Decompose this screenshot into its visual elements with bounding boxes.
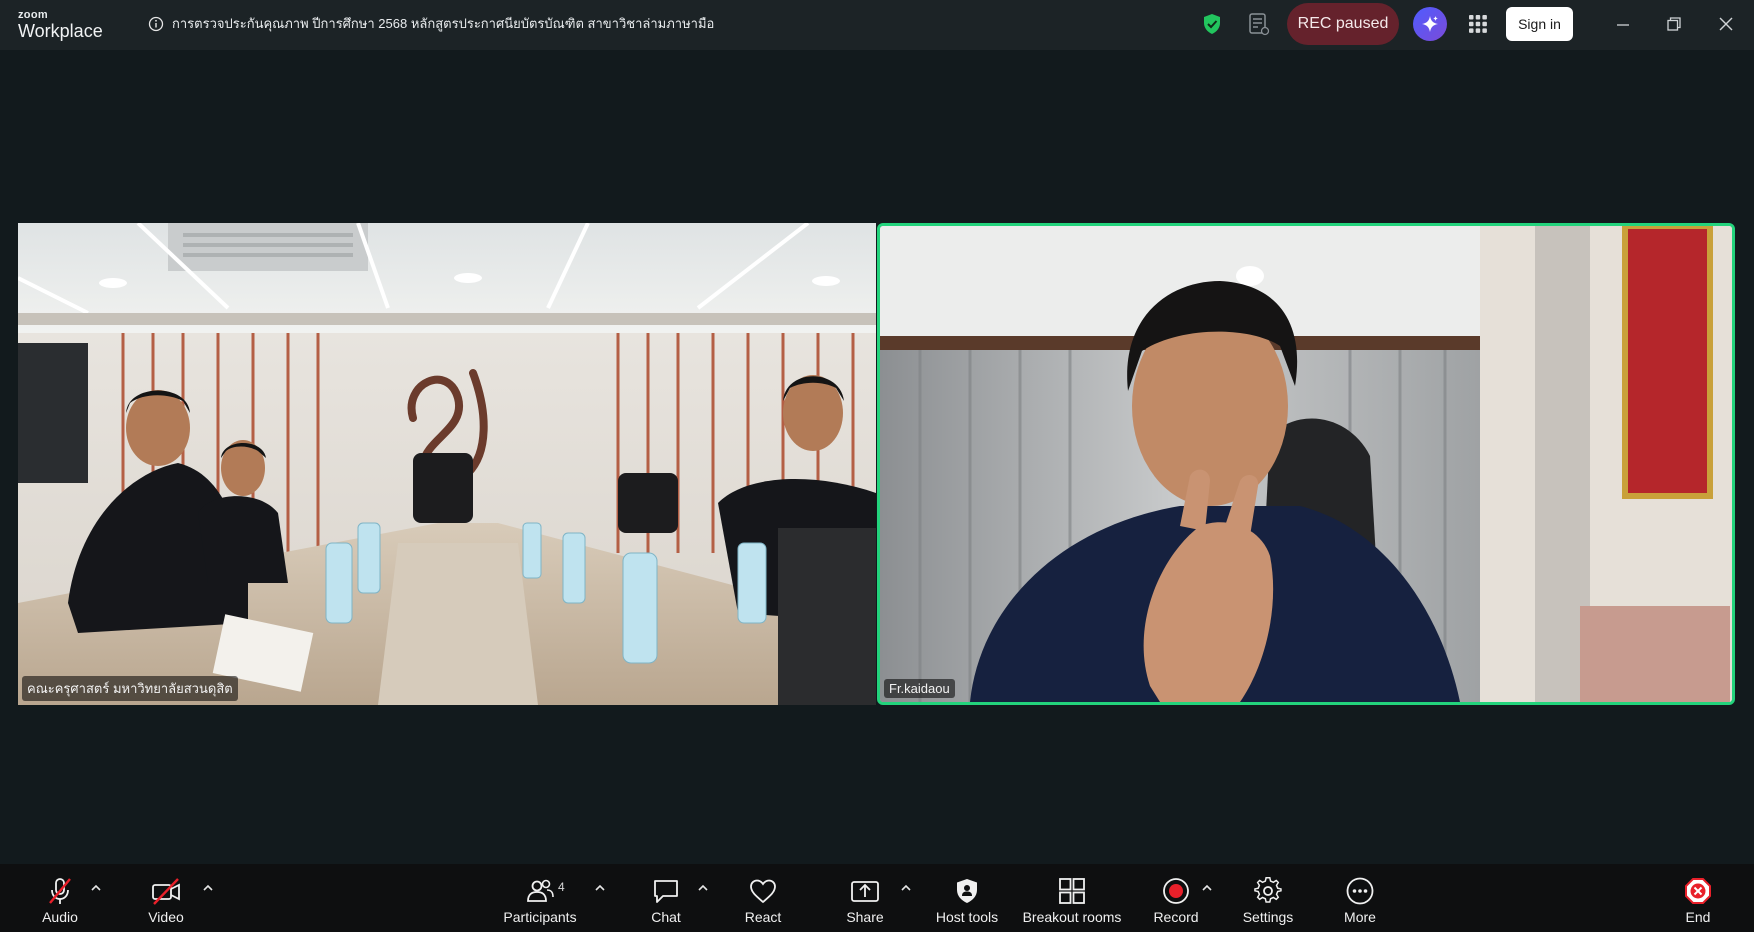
close-icon[interactable]	[1716, 14, 1736, 34]
end-meeting-button[interactable]: End	[1678, 874, 1718, 925]
chat-icon	[654, 880, 678, 903]
logo-brand-bottom: Workplace	[18, 21, 103, 41]
restore-icon[interactable]	[1664, 14, 1684, 34]
end-icon	[1685, 878, 1711, 904]
heart-icon	[750, 879, 776, 904]
recording-status-button[interactable]: REC paused	[1287, 3, 1399, 45]
react-label: React	[744, 909, 782, 925]
video-tile-room[interactable]: คณะครุศาสตร์ มหาวิทยาลัยสวนดุสิต	[18, 223, 876, 705]
participant-count: 4	[558, 880, 565, 894]
meeting-info[interactable]: การตรวจประกันคุณภาพ ปีการศึกษา 2568 หลัก…	[148, 13, 714, 34]
video-button[interactable]: Video	[146, 874, 186, 925]
record-label: Record	[1153, 909, 1199, 925]
settings-button[interactable]: Settings	[1243, 874, 1293, 925]
share-options-caret[interactable]	[899, 880, 913, 894]
host-tools-button[interactable]: Host tools	[932, 874, 1002, 925]
room-video-feed	[18, 223, 876, 705]
participants-options-caret[interactable]	[593, 880, 607, 894]
caret-up-icon	[595, 884, 605, 891]
title-bar: zoom Workplace การตรวจประกันคุณภาพ ปีการ…	[0, 0, 1754, 50]
record-options-caret[interactable]	[1200, 880, 1214, 894]
caret-up-icon	[698, 884, 708, 891]
caret-up-icon	[91, 884, 101, 891]
camera-off-icon	[152, 878, 180, 905]
video-options-caret[interactable]	[201, 880, 215, 894]
breakout-rooms-label: Breakout rooms	[1022, 909, 1122, 925]
chat-options-caret[interactable]	[696, 880, 710, 894]
record-button[interactable]: Record	[1153, 874, 1199, 925]
zoom-workplace-logo: zoom Workplace	[18, 9, 103, 41]
participants-label: Participants	[503, 909, 577, 925]
participant-name-tag: คณะครุศาสตร์ มหาวิทยาลัยสวนดุสิต	[22, 676, 238, 701]
more-button[interactable]: More	[1340, 874, 1380, 925]
participants-button[interactable]: Participants	[502, 874, 578, 925]
sign-in-button[interactable]: Sign in	[1506, 7, 1573, 41]
share-icon	[851, 881, 879, 902]
participants-icon	[527, 879, 554, 902]
audio-options-caret[interactable]	[89, 880, 103, 894]
record-icon	[1163, 878, 1189, 904]
speaker-video-feed	[880, 226, 1732, 702]
end-label: End	[1685, 909, 1711, 925]
meeting-title: การตรวจประกันคุณภาพ ปีการศึกษา 2568 หลัก…	[172, 16, 715, 31]
react-button[interactable]: React	[743, 874, 783, 925]
video-label: Video	[148, 909, 184, 925]
more-icon	[1346, 877, 1374, 905]
minimize-icon[interactable]	[1613, 14, 1633, 34]
host-tools-icon	[957, 879, 977, 903]
share-label: Share	[846, 909, 884, 925]
audio-button[interactable]: Audio	[40, 874, 80, 925]
chat-label: Chat	[651, 909, 681, 925]
ai-companion-icon	[1422, 16, 1438, 32]
audio-label: Audio	[42, 909, 78, 925]
more-label: More	[1344, 909, 1376, 925]
chat-button[interactable]: Chat	[646, 874, 686, 925]
ai-companion-button[interactable]	[1413, 7, 1447, 41]
host-tools-label: Host tools	[935, 909, 999, 925]
microphone-muted-icon	[49, 878, 71, 904]
info-icon[interactable]	[148, 16, 164, 32]
apps-icon[interactable]	[1468, 14, 1488, 34]
video-tile-active-speaker[interactable]: Fr.kaidaou	[877, 223, 1735, 705]
logo-brand-top: zoom	[18, 9, 48, 21]
participant-name-tag: Fr.kaidaou	[884, 679, 955, 698]
meeting-toolbar: Audio Video Participants 4 Chat React Sh…	[0, 864, 1754, 932]
settings-label: Settings	[1242, 909, 1294, 925]
shield-icon[interactable]	[1202, 13, 1222, 35]
share-button[interactable]: Share	[845, 874, 885, 925]
caret-up-icon	[203, 884, 213, 891]
breakout-rooms-button[interactable]: Breakout rooms	[1022, 874, 1122, 925]
breakout-rooms-icon	[1059, 878, 1085, 904]
gear-icon	[1254, 877, 1282, 903]
notes-icon[interactable]	[1248, 12, 1270, 36]
caret-up-icon	[1202, 884, 1212, 891]
caret-up-icon	[901, 884, 911, 891]
